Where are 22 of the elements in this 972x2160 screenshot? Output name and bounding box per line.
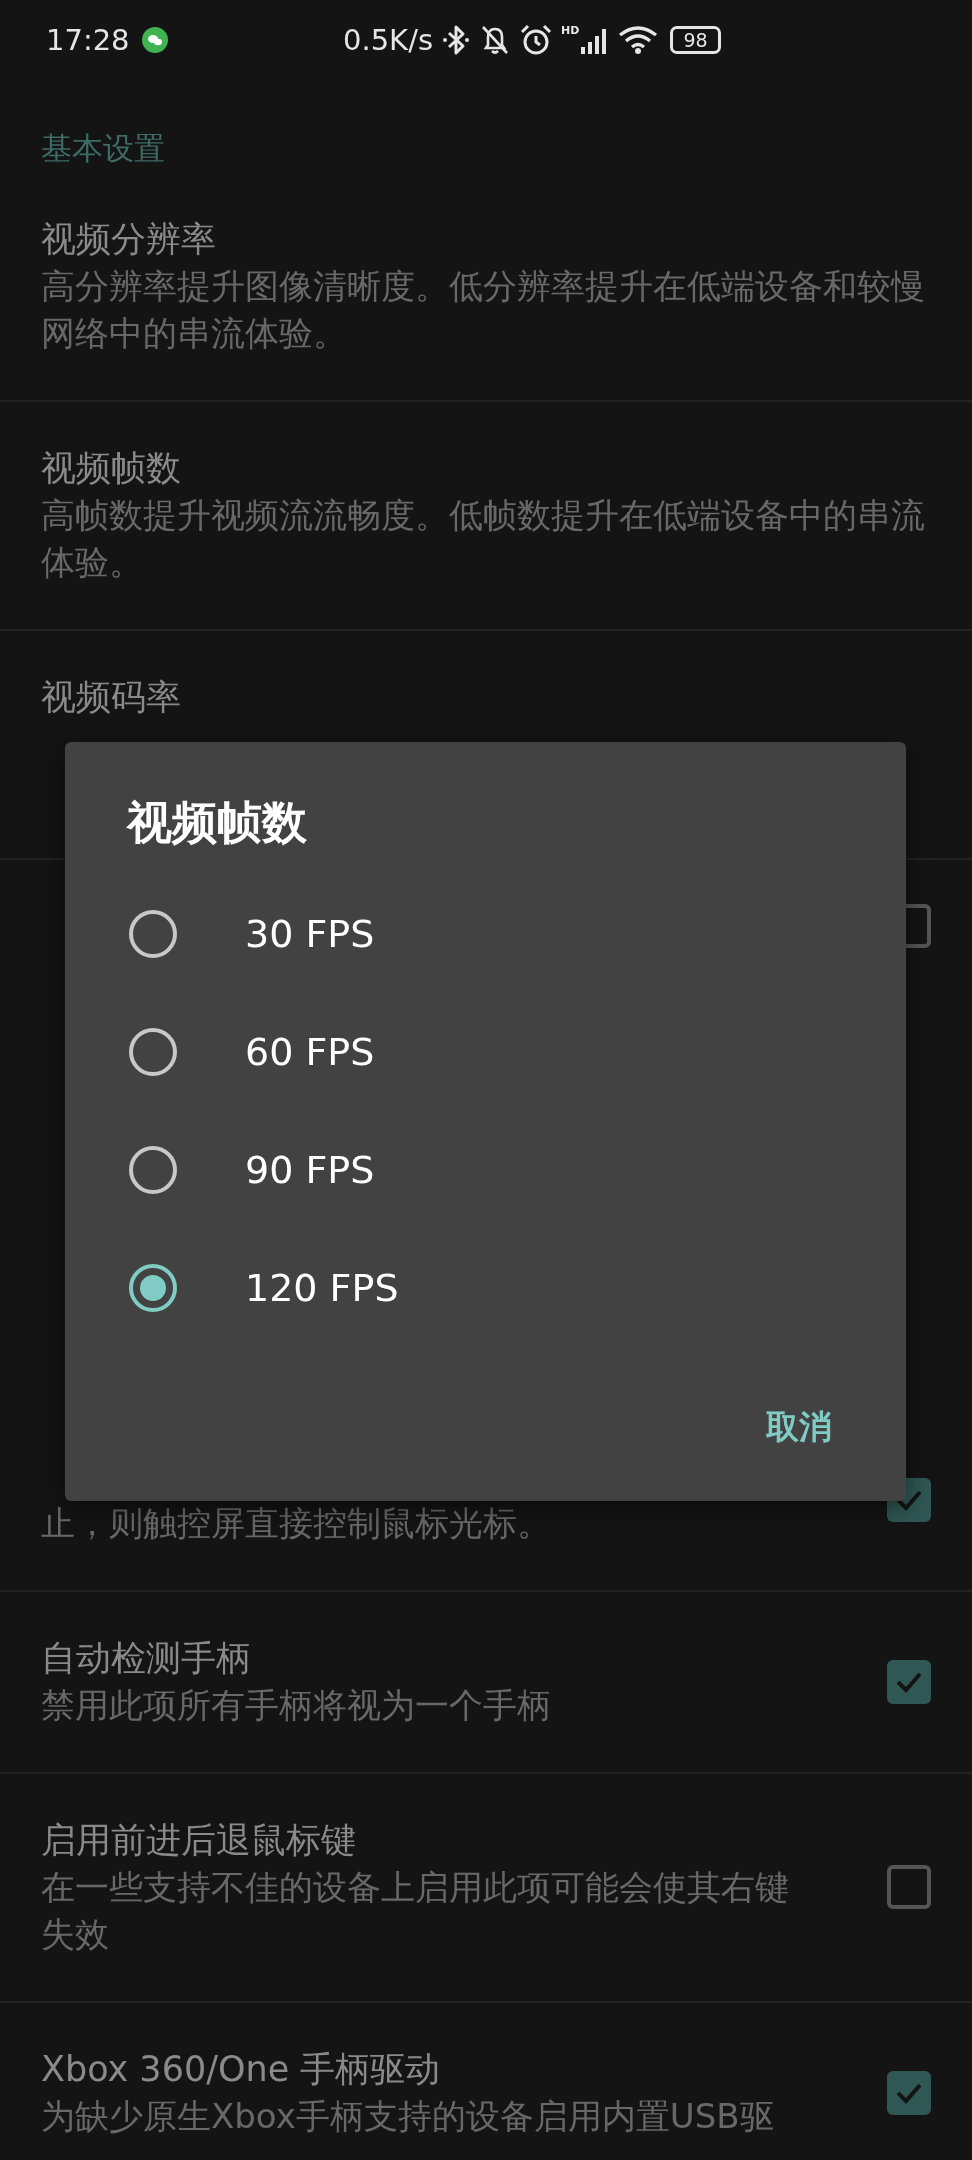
option-label: 120 FPS [245, 1266, 399, 1310]
item-title: Xbox 360/One 手柄驱动 [41, 2048, 442, 2091]
section-header: 基本设置 [40, 129, 166, 168]
clock-time: 17:28 [46, 22, 130, 57]
item-title: 视频分辨率 [41, 218, 217, 261]
item-summary: 高帧数提升视频流流畅度。低帧数提升在低端设备中的串流体验。 [41, 494, 926, 584]
item-title: 启用前进后退鼠标键 [41, 1819, 357, 1862]
network-speed: 0.5K/s [343, 22, 434, 57]
item-summary: 禁用此项所有手柄将视为一个手柄 [41, 1684, 552, 1727]
item-title: 自动检测手柄 [41, 1637, 252, 1680]
item-summary: 高分辨率提升图像清晰度。低分辨率提升在低端设备和较慢网络中的串流体验。 [41, 265, 926, 355]
hd-label: HD [561, 24, 580, 37]
item-title: 视频帧数 [41, 447, 182, 490]
item-summary: 为缺少原生Xbox手柄支持的设备启用内置USB驱 [41, 2095, 775, 2138]
item-summary: 在一些支持不佳的设备上启用此项可能会使其右键失效 [41, 1866, 790, 1956]
item-summary: 止，则触控屏直接控制鼠标光标。 [41, 1502, 552, 1545]
option-label: 30 FPS [245, 912, 375, 956]
option-label: 60 FPS [245, 1030, 375, 1074]
option-label: 90 FPS [245, 1148, 375, 1192]
item-title: 视频码率 [41, 676, 182, 719]
dialog-title: 视频帧数 [125, 795, 308, 851]
battery-indicator: 98 [670, 25, 721, 54]
